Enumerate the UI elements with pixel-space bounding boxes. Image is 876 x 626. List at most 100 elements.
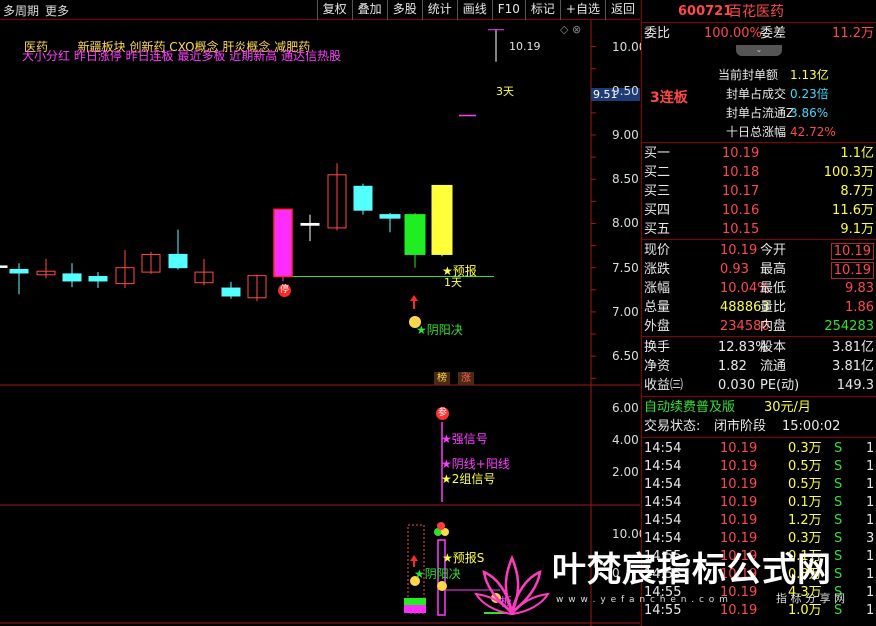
toolbar-btn-4[interactable]: 画线 <box>456 0 492 20</box>
seal-value: 42.72% <box>790 125 836 139</box>
toolbar-btn-7[interactable]: +自选 <box>559 0 605 20</box>
watermark-sub: 指 标 分 享 网 <box>776 592 845 605</box>
seal-row: 封单占成交 0.23倍 <box>642 85 876 103</box>
stat-value: 10.19 <box>830 243 874 260</box>
stat-label: 现价 <box>644 243 671 258</box>
candle-body <box>221 287 241 297</box>
buy-price: 10.16 <box>722 203 760 218</box>
price-axis-label: 9.00 <box>612 128 639 142</box>
buy-volume: 100.3万 <box>823 165 874 180</box>
tick-row: 14:54 10.19 0.5万 S 1 <box>642 458 876 476</box>
buy-volume: 1.1亿 <box>840 146 874 161</box>
toolbar-btn-5[interactable]: F10 <box>491 0 525 20</box>
stat-row: 现价 10.19 今开 10.19 <box>642 242 876 260</box>
trade-state-row: 交易状态: 闭市阶段 15:00:02 <box>644 419 841 434</box>
yinyang-label-bottom: ★阴阳决 <box>414 567 461 581</box>
toolbar-btn-1[interactable]: 叠加 <box>351 0 387 20</box>
share-row: 换手 12.83% 股本 3.81亿 <box>642 339 876 357</box>
tick-price: 10.19 <box>720 441 758 456</box>
tick-time: 14:54 <box>644 477 682 492</box>
toolbar-btn-6[interactable]: 标记 <box>524 0 560 20</box>
toolbar-btn-8[interactable]: 返回 <box>604 0 640 20</box>
tick-row: 14:54 10.19 0.5万 S 1 <box>642 476 876 494</box>
buy-row: 买五 10.15 9.1万 <box>642 221 876 239</box>
rank-badge[interactable]: 榜 <box>434 372 450 385</box>
buy-price: 10.18 <box>722 165 760 180</box>
buy-row: 买三 10.17 8.7万 <box>642 183 876 201</box>
quote-panel: 600721 百花医药 委比 100.00% 委差 11.2万 ⌄ 3连板 当前… <box>641 0 876 626</box>
stat-label: 最高 <box>760 262 787 277</box>
tick-side: S <box>834 459 843 474</box>
buy-label: 买一 <box>644 146 671 161</box>
buy-volume: 8.7万 <box>840 184 874 199</box>
candle-body <box>0 265 8 268</box>
watermark-title: 叶梵宸指标公式网 <box>552 550 832 590</box>
signal-axis-label: 6.00 <box>612 401 639 415</box>
stat-label: 涨跌 <box>644 262 671 277</box>
ting-badge: 停 <box>278 284 291 297</box>
stat-value: 1.86 <box>845 300 874 315</box>
collapse-toggle[interactable]: ⌄ <box>736 45 782 56</box>
tick-row: 14:54 10.19 1.2万 S 1 <box>642 512 876 530</box>
share-value: 3.81亿 <box>832 340 874 355</box>
buy-price: 10.15 <box>722 222 760 237</box>
tick-price: 10.19 <box>720 495 758 510</box>
tick-row: 14:54 10.19 0.1万 S 1 <box>642 494 876 512</box>
tick-volume: 0.3万 <box>788 441 822 456</box>
chart-header-line2: 大小分红 昨日涨停 昨日连板 最近多板 近期新高 通达信热股 <box>22 49 342 63</box>
stat-label: 量比 <box>760 300 787 315</box>
group-signal-label: ★2组信号 <box>441 472 496 486</box>
stat-label: 外盘 <box>644 319 671 334</box>
buy-volume: 11.6万 <box>832 203 874 218</box>
share-label: 流通 <box>760 359 787 374</box>
stat-row: 总量 488863 量比 1.86 <box>642 299 876 317</box>
price-axis-label: 8.50 <box>612 172 639 187</box>
volume-bar <box>404 605 426 613</box>
seal-label: 十日总涨幅 <box>726 125 787 139</box>
buy-row: 买一 10.19 1.1亿 <box>642 145 876 163</box>
promo-price: 30元/月 <box>764 400 811 415</box>
buy-label: 买四 <box>644 203 671 218</box>
tick-volume: 1.2万 <box>788 513 822 528</box>
share-label: 股本 <box>760 340 787 355</box>
tick-count: 1 <box>866 495 875 510</box>
share-label: 换手 <box>644 340 671 355</box>
candle-body <box>431 184 453 255</box>
weicha-value: 11.2万 <box>832 26 874 41</box>
candle-body <box>62 273 82 282</box>
buy-label: 买三 <box>644 184 671 199</box>
price-axis-label: 8.00 <box>612 216 639 231</box>
up-arrow-icon <box>410 295 418 309</box>
weibi-row: 委比 100.00% 委差 11.2万 <box>644 26 874 41</box>
seal-label: 封单占流通Z <box>726 106 795 120</box>
stat-value: 10.19 <box>720 243 758 258</box>
promo-row[interactable]: 自动续费普及版 30元/月 <box>642 399 876 417</box>
tick-price: 10.19 <box>720 513 758 528</box>
strong-signal-label: ★强信号 <box>441 432 488 446</box>
stock-title: 600721 百花医药 <box>642 3 876 21</box>
stat-label: 内盘 <box>760 319 787 334</box>
buy-price: 10.17 <box>722 184 760 199</box>
tick-count: 1 <box>866 513 875 528</box>
stat-label: 今开 <box>760 243 787 258</box>
stat-label: 涨幅 <box>644 281 671 296</box>
toolbar-btn-2[interactable]: 多股 <box>386 0 422 20</box>
kline-chart[interactable] <box>0 20 640 626</box>
toolbar-btn-0[interactable]: 复权 <box>316 0 352 20</box>
seal-row: 当前封单额 1.13亿 <box>642 66 876 84</box>
stat-label: 最低 <box>760 281 787 296</box>
share-value: 1.82 <box>718 359 747 374</box>
buy-row: 买二 10.18 100.3万 <box>642 164 876 182</box>
candle-body <box>9 268 29 274</box>
rise-badge[interactable]: 涨 <box>458 372 474 385</box>
buy-row: 买四 10.16 11.6万 <box>642 202 876 220</box>
share-row: 净资 1.82 流通 3.81亿 <box>642 358 876 376</box>
price-axis-label: 6.50 <box>612 349 639 364</box>
tick-volume: 0.5万 <box>788 477 822 492</box>
more-menu[interactable]: 更多 <box>42 2 72 19</box>
tick-count: 1 <box>866 441 875 456</box>
period-menu[interactable]: 多周期 <box>0 2 42 19</box>
toolbar-btn-3[interactable]: 统计 <box>421 0 457 20</box>
buy-price: 10.19 <box>722 146 760 161</box>
tick-time: 14:54 <box>644 459 682 474</box>
